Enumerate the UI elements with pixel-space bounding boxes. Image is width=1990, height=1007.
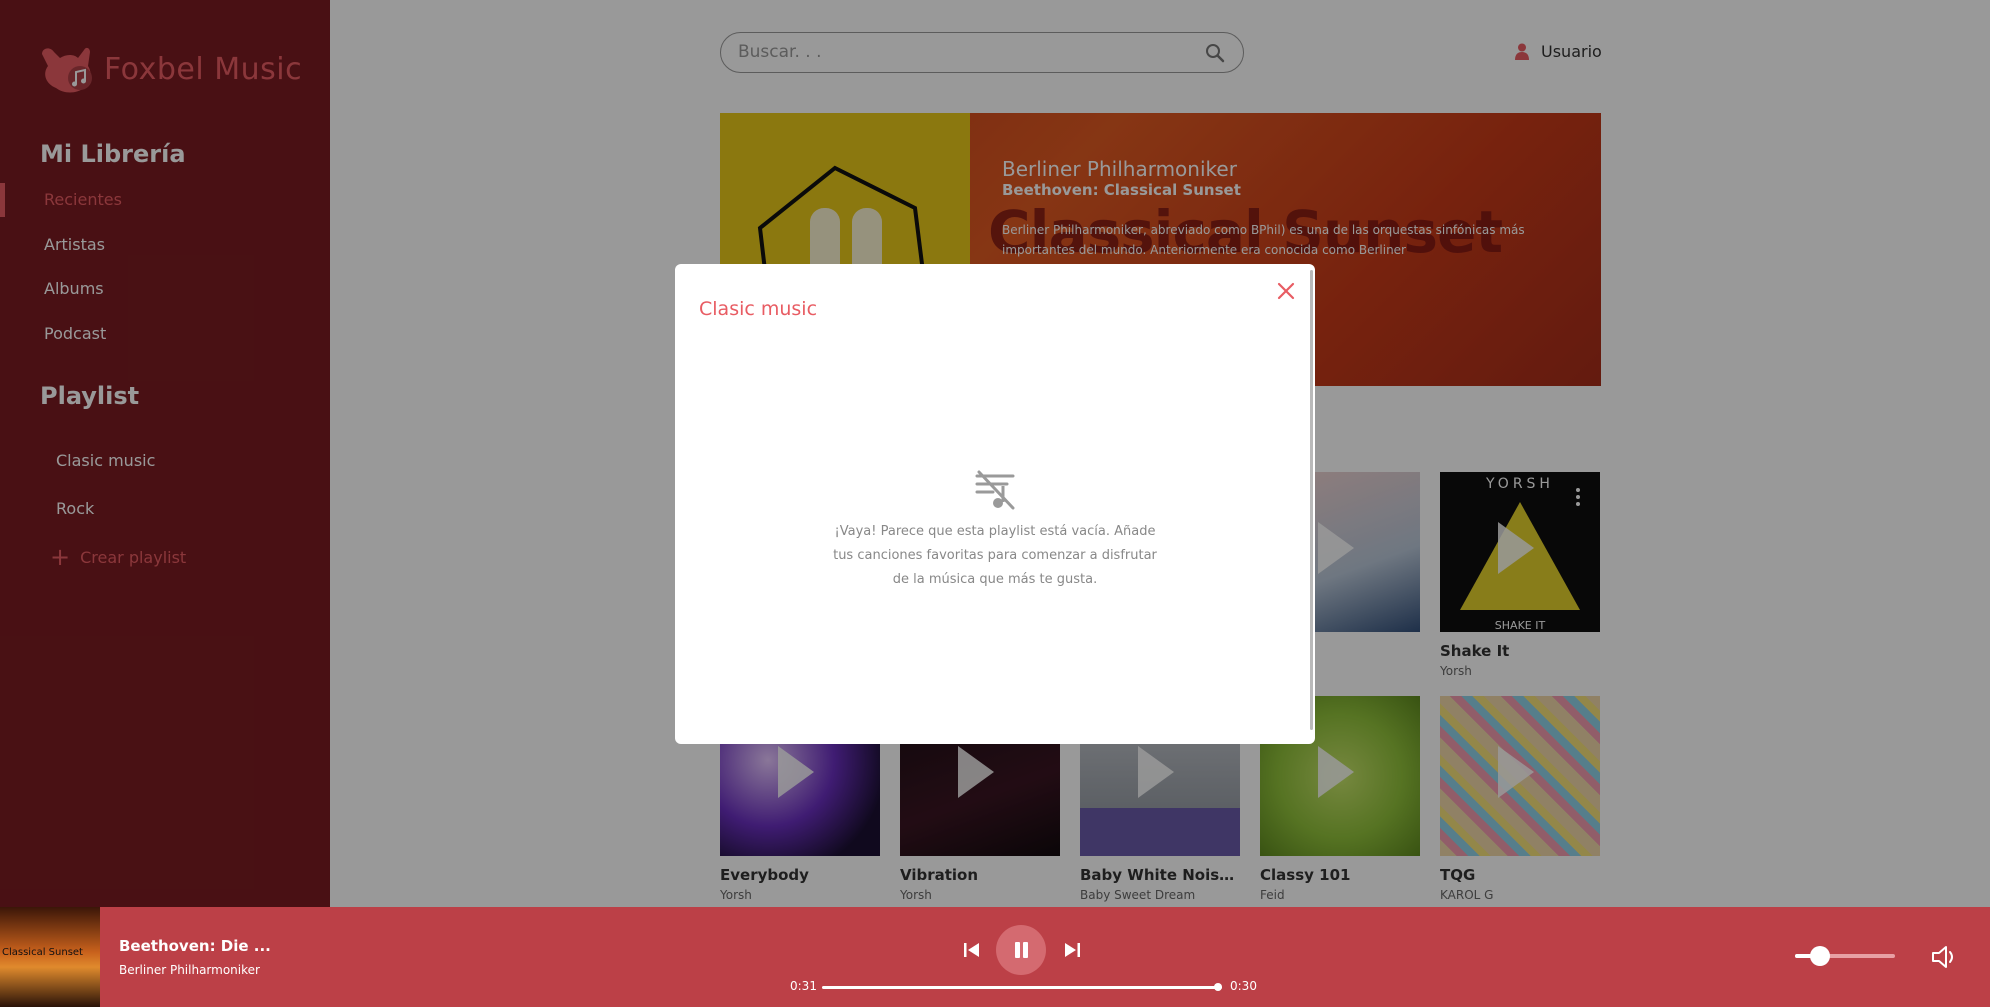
empty-playlist-message: ¡Vaya! Parece que esta playlist está vac… — [833, 524, 1157, 587]
modal-scrollbar[interactable] — [1310, 270, 1313, 730]
volume-handle[interactable] — [1810, 946, 1830, 966]
volume-icon[interactable] — [1930, 943, 1958, 971]
progress-bar[interactable] — [822, 983, 1222, 991]
progress-handle[interactable] — [1214, 983, 1222, 991]
now-playing-cover-text: Classical Sunset — [2, 947, 83, 958]
now-playing-artist: Berliner Philharmoniker — [119, 963, 260, 977]
playlist-modal: Clasic music ¡Vaya! Parece que esta play… — [675, 264, 1315, 744]
skip-next-icon[interactable] — [1062, 941, 1082, 959]
current-time: 0:31 — [790, 979, 817, 993]
total-time: 0:30 — [1230, 979, 1257, 993]
pause-icon-bar — [1023, 942, 1028, 958]
now-playing-title: Beethoven: Die ... — [119, 937, 271, 955]
modal-title: Clasic music — [699, 298, 818, 320]
volume-slider[interactable] — [1795, 946, 1895, 966]
player-bar: Classical Sunset Beethoven: Die ... Berl… — [0, 907, 1990, 1007]
pause-icon-bar — [1015, 942, 1020, 958]
music-off-icon — [975, 470, 1015, 510]
close-icon[interactable] — [1273, 278, 1299, 304]
pause-button[interactable] — [996, 925, 1046, 975]
skip-previous-icon[interactable] — [962, 941, 982, 959]
now-playing-cover[interactable]: Classical Sunset — [0, 907, 100, 1007]
